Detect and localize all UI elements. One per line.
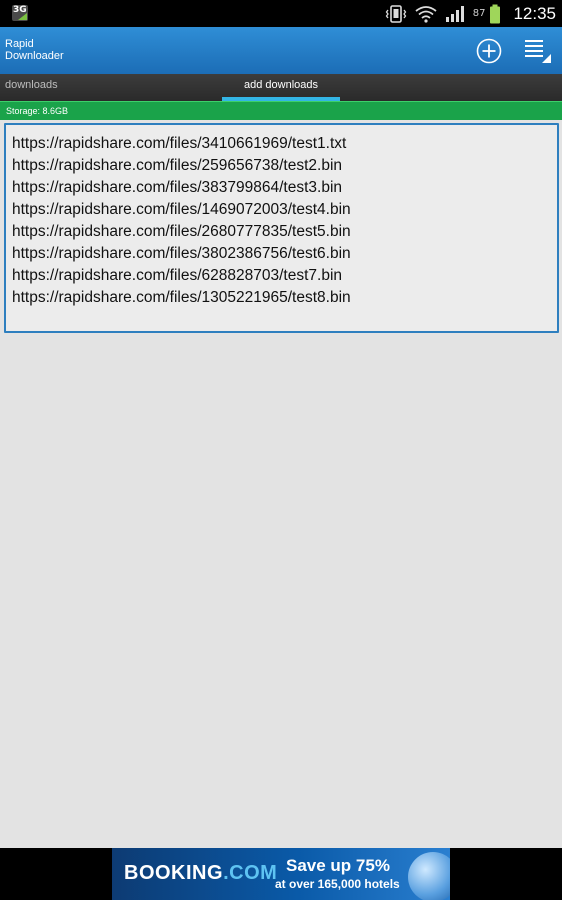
signal-icon [445, 5, 465, 22]
url-line: https://rapidshare.com/files/2680777835/… [12, 223, 351, 240]
url-line: https://rapidshare.com/files/3802386756/… [12, 245, 351, 262]
url-line: https://rapidshare.com/files/628828703/t… [12, 267, 343, 284]
ad-brand: BOOKING.COM [124, 862, 277, 885]
url-line: https://rapidshare.com/files/1469072003/… [12, 201, 351, 218]
app-title-line1: Rapid [5, 38, 34, 50]
status-bar: 3G 87 12:35 [0, 0, 562, 27]
tab-add-downloads[interactable]: add downloads [222, 74, 340, 101]
url-line: https://rapidshare.com/files/3410661969/… [12, 135, 347, 152]
app-title: Rapid Downloader [5, 38, 64, 62]
url-input[interactable]: https://rapidshare.com/files/3410661969/… [4, 123, 559, 333]
battery-icon [489, 4, 501, 24]
action-bar: Rapid Downloader [0, 27, 562, 74]
ad-brand-main: BOOKING [124, 862, 224, 884]
url-line: https://rapidshare.com/files/383799864/t… [12, 179, 343, 196]
clock-time: 12:35 [513, 3, 556, 23]
ad-banner[interactable]: BOOKING.COM Save up 75% at over 165,000 … [112, 848, 450, 900]
network-3g-icon: 3G [12, 5, 28, 21]
globe-icon [408, 852, 450, 900]
ad-brand-suffix: .COM [223, 862, 278, 884]
app-title-line2: Downloader [5, 50, 64, 62]
vibrate-icon [385, 4, 407, 23]
tab-bar: downloads add downloads [0, 74, 562, 101]
menu-list-icon[interactable] [523, 37, 553, 65]
ad-subline: at over 165,000 hotels [275, 877, 400, 891]
url-line: https://rapidshare.com/files/1305221965/… [12, 289, 351, 306]
tab-downloads[interactable]: downloads [5, 74, 58, 101]
url-line: https://rapidshare.com/files/259656738/t… [12, 157, 343, 174]
wifi-icon [415, 5, 437, 23]
storage-label: Storage: 8.6GB [6, 106, 69, 116]
battery-percent: 87 [472, 8, 486, 19]
ad-headline: Save up 75% [286, 856, 390, 875]
storage-bar: Storage: 8.6GB [0, 101, 562, 120]
add-circle-icon[interactable] [476, 38, 502, 64]
